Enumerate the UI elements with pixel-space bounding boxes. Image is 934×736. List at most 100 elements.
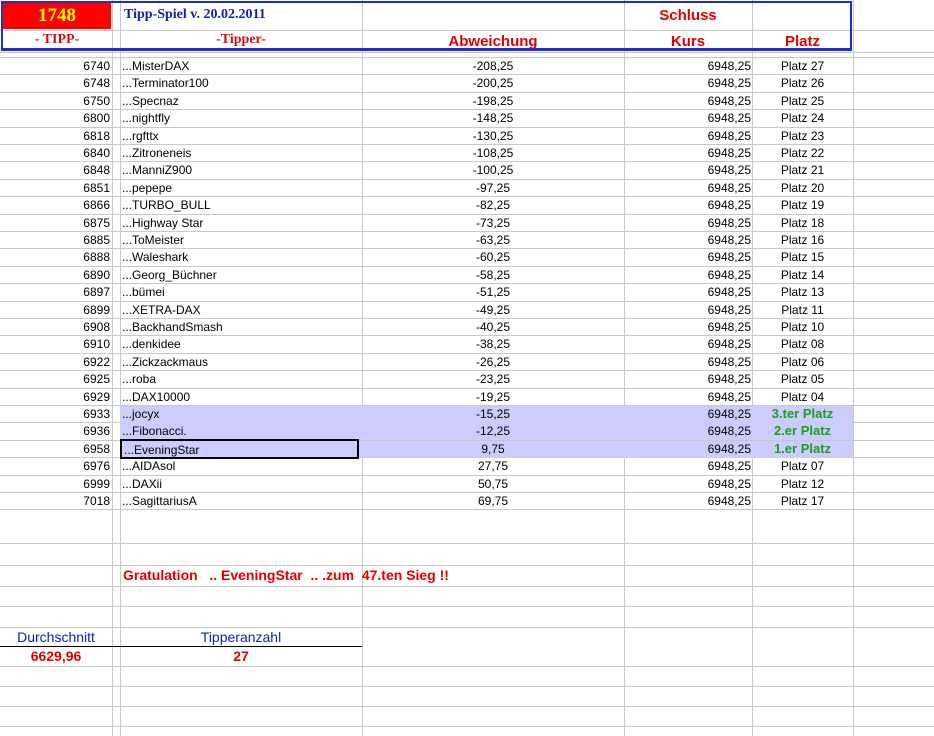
- tipp-cell[interactable]: 6910: [0, 335, 110, 352]
- tipp-cell[interactable]: 6875: [0, 214, 110, 231]
- name-cell[interactable]: ...denkidee: [122, 335, 362, 352]
- kurs-cell[interactable]: 6948,25: [624, 457, 751, 474]
- tipp-cell[interactable]: 6750: [0, 92, 110, 109]
- abw-cell[interactable]: -130,25: [362, 127, 624, 144]
- tipp-cell[interactable]: 6848: [0, 161, 110, 178]
- platz-cell[interactable]: Platz 14: [752, 266, 853, 283]
- durchschnitt-label[interactable]: Durchschnitt: [0, 629, 112, 646]
- tipp-cell[interactable]: 6933: [0, 405, 110, 422]
- name-cell[interactable]: ...BackhandSmash: [122, 318, 362, 335]
- platz-cell[interactable]: Platz 04: [752, 388, 853, 405]
- platz-cell[interactable]: Platz 18: [752, 214, 853, 231]
- kurs-cell[interactable]: 6948,25: [624, 231, 751, 248]
- platz-cell[interactable]: Platz 06: [752, 353, 853, 370]
- name-cell[interactable]: ...TURBO_BULL: [122, 196, 362, 213]
- platz-cell[interactable]: Platz 17: [752, 492, 853, 509]
- name-cell[interactable]: ...nightfly: [122, 109, 362, 126]
- abw-cell[interactable]: -51,25: [362, 283, 624, 300]
- tipp-cell[interactable]: 6908: [0, 318, 110, 335]
- tipp-cell[interactable]: 6800: [0, 109, 110, 126]
- name-cell[interactable]: ...ToMeister: [122, 231, 362, 248]
- abw-cell[interactable]: 69,75: [362, 492, 624, 509]
- name-cell[interactable]: ...rgfttx: [122, 127, 362, 144]
- kurs-cell[interactable]: 6948,25: [624, 422, 751, 439]
- kurs-cell[interactable]: 6948,25: [624, 475, 751, 492]
- name-cell[interactable]: ...Zickzackmaus: [122, 353, 362, 370]
- name-cell[interactable]: ...Fibonacci.: [122, 422, 362, 439]
- abw-cell[interactable]: -26,25: [362, 353, 624, 370]
- platz-cell[interactable]: Platz 13: [752, 283, 853, 300]
- durchschnitt-value[interactable]: 6629,96: [0, 648, 112, 665]
- platz-cell[interactable]: Platz 16: [752, 231, 853, 248]
- platz-cell[interactable]: Platz 11: [752, 301, 853, 318]
- platz-cell[interactable]: Platz 24: [752, 109, 853, 126]
- abw-cell[interactable]: -40,25: [362, 318, 624, 335]
- kurs-cell[interactable]: 6948,25: [624, 144, 751, 161]
- tipp-cell[interactable]: 6897: [0, 283, 110, 300]
- name-cell[interactable]: ...AIDAsol: [122, 457, 362, 474]
- tipp-cell[interactable]: 6929: [0, 388, 110, 405]
- platz-cell[interactable]: Platz 05: [752, 370, 853, 387]
- abw-cell[interactable]: 50,75: [362, 475, 624, 492]
- name-cell[interactable]: ...ManniZ900: [122, 161, 362, 178]
- platz-cell[interactable]: Platz 25: [752, 92, 853, 109]
- platz-cell[interactable]: 2.er Platz: [752, 422, 853, 439]
- platz-cell[interactable]: Platz 19: [752, 196, 853, 213]
- platz-cell[interactable]: 3.ter Platz: [752, 405, 853, 422]
- name-cell[interactable]: ...XETRA-DAX: [122, 301, 362, 318]
- name-cell[interactable]: ...bümei: [122, 283, 362, 300]
- abw-cell[interactable]: -60,25: [362, 248, 624, 265]
- abw-cell[interactable]: -148,25: [362, 109, 624, 126]
- abw-cell[interactable]: -58,25: [362, 266, 624, 283]
- kurs-cell[interactable]: 6948,25: [624, 492, 751, 509]
- tipp-cell[interactable]: 6999: [0, 475, 110, 492]
- gratulation-text[interactable]: Gratulation .. EveningStar .. .zum 47.te…: [123, 567, 449, 584]
- tipp-cell[interactable]: 6890: [0, 266, 110, 283]
- kurs-cell[interactable]: 6948,25: [624, 266, 751, 283]
- name-cell[interactable]: ...MisterDAX: [122, 57, 362, 74]
- tipp-cell[interactable]: 6899: [0, 301, 110, 318]
- name-cell[interactable]: ...Georg_Büchner: [122, 266, 362, 283]
- abw-cell[interactable]: -15,25: [362, 405, 624, 422]
- kurs-cell[interactable]: 6948,25: [624, 283, 751, 300]
- kurs-cell[interactable]: 6948,25: [624, 196, 751, 213]
- platz-cell[interactable]: Platz 26: [752, 74, 853, 91]
- platz-cell[interactable]: Platz 10: [752, 318, 853, 335]
- tipp-cell[interactable]: 6851: [0, 179, 110, 196]
- platz-cell[interactable]: Platz 08: [752, 335, 853, 352]
- abw-cell[interactable]: -19,25: [362, 388, 624, 405]
- kurs-cell[interactable]: 6948,25: [624, 74, 751, 91]
- platz-cell[interactable]: Platz 20: [752, 179, 853, 196]
- tipperanzahl-label[interactable]: Tipperanzahl: [120, 629, 362, 646]
- name-cell[interactable]: ...SagittariusA: [122, 492, 362, 509]
- kurs-cell[interactable]: 6948,25: [624, 370, 751, 387]
- kurs-cell[interactable]: 6948,25: [624, 405, 751, 422]
- kurs-cell[interactable]: 6948,25: [624, 179, 751, 196]
- kurs-cell[interactable]: 6948,25: [624, 318, 751, 335]
- abw-cell[interactable]: 9,75: [362, 440, 624, 457]
- name-cell[interactable]: ...Waleshark: [122, 248, 362, 265]
- abw-cell[interactable]: -198,25: [362, 92, 624, 109]
- tipp-cell[interactable]: 6840: [0, 144, 110, 161]
- tipp-cell[interactable]: 6958: [0, 440, 110, 457]
- abw-cell[interactable]: -200,25: [362, 74, 624, 91]
- kurs-cell[interactable]: 6948,25: [624, 301, 751, 318]
- platz-cell[interactable]: Platz 15: [752, 248, 853, 265]
- tipp-cell[interactable]: 6888: [0, 248, 110, 265]
- abw-cell[interactable]: -100,25: [362, 161, 624, 178]
- platz-cell[interactable]: Platz 21: [752, 161, 853, 178]
- tipp-cell[interactable]: 6818: [0, 127, 110, 144]
- kurs-cell[interactable]: 6948,25: [624, 57, 751, 74]
- abw-cell[interactable]: -38,25: [362, 335, 624, 352]
- tipp-cell[interactable]: 6925: [0, 370, 110, 387]
- abw-cell[interactable]: -97,25: [362, 179, 624, 196]
- tipp-cell[interactable]: 6936: [0, 422, 110, 439]
- abw-cell[interactable]: -49,25: [362, 301, 624, 318]
- platz-cell[interactable]: 1.er Platz: [752, 440, 853, 457]
- name-cell[interactable]: ...Terminator100: [122, 74, 362, 91]
- kurs-cell[interactable]: 6948,25: [624, 92, 751, 109]
- tipp-cell[interactable]: 7018: [0, 492, 110, 509]
- kurs-cell[interactable]: 6948,25: [624, 388, 751, 405]
- tipp-cell[interactable]: 6922: [0, 353, 110, 370]
- abw-cell[interactable]: 27,75: [362, 457, 624, 474]
